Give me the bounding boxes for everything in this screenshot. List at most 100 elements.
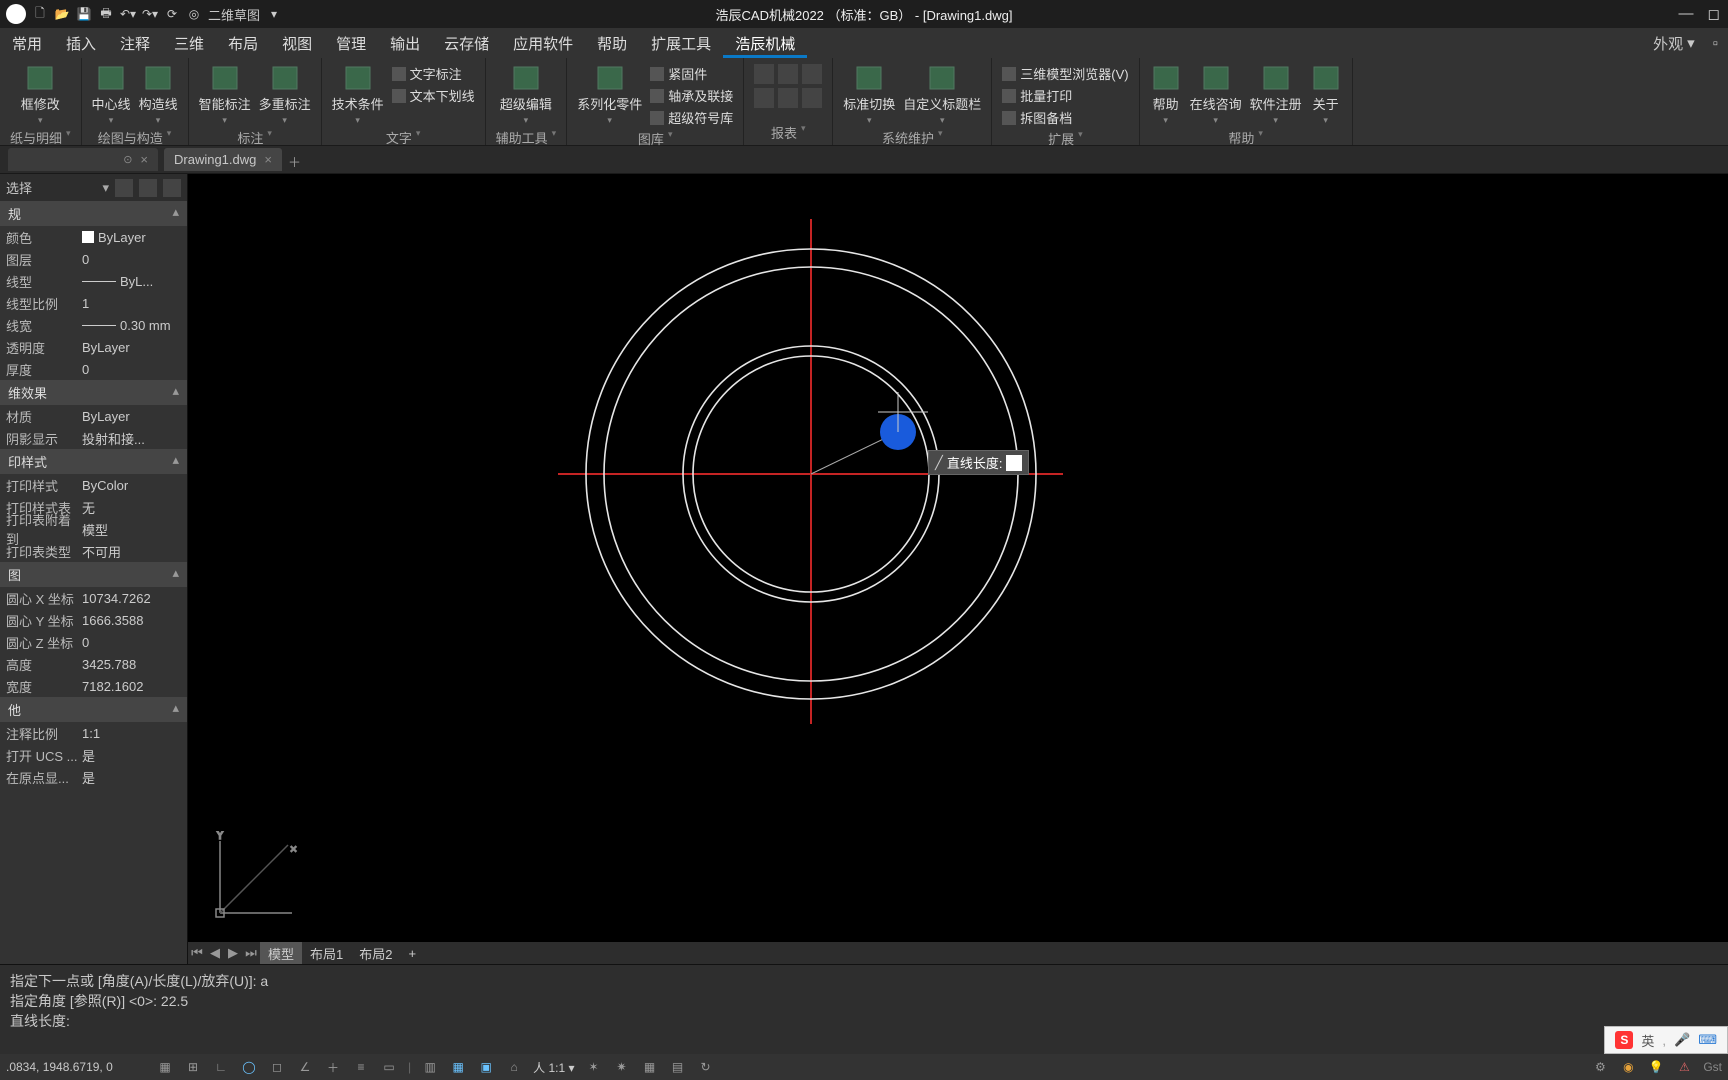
lwt-icon[interactable]: ≡ [352, 1058, 370, 1076]
ribbon-grid-icon[interactable] [802, 88, 822, 108]
prop-row[interactable]: 宽度7182.1602 [0, 675, 187, 697]
ribbon-btn-1-1[interactable]: 构造线▾ [139, 64, 178, 126]
ribbon-btn-0-0[interactable]: 框修改▾ [21, 64, 60, 126]
new-icon[interactable]: 🗋 [32, 6, 48, 22]
ribbon-grid-icon[interactable] [754, 64, 774, 84]
menu-tab-4[interactable]: 布局 [216, 28, 270, 58]
polar-icon[interactable]: ◯ [240, 1058, 258, 1076]
pin-icon[interactable]: ⊙ [123, 153, 132, 166]
bulb-icon[interactable]: 💡 [1647, 1058, 1665, 1076]
menu-tab-9[interactable]: 应用软件 [501, 28, 585, 58]
palette-section-4[interactable]: 他▴ [0, 697, 187, 722]
prop-row[interactable]: 注释比例1:1 [0, 722, 187, 744]
model-icon[interactable]: ▦ [449, 1058, 467, 1076]
prop-row[interactable]: 打印样式ByColor [0, 474, 187, 496]
otrack-icon[interactable]: ∠ [296, 1058, 314, 1076]
ribbon-btn-9-1[interactable]: 在线咨询▾ [1190, 64, 1242, 126]
app-icon[interactable] [6, 4, 26, 24]
layout-tab-2[interactable]: 布局2 [351, 942, 400, 965]
nav-icon[interactable]: ⌂ [505, 1058, 523, 1076]
ribbon-btn-7-0[interactable]: 标准切换▾ [843, 64, 895, 126]
ribbon-btn-2-1[interactable]: 多重标注▾ [259, 64, 311, 126]
prop-row[interactable]: 打印表附着到模型 [0, 518, 187, 540]
gear-icon[interactable]: ⚙ [1591, 1058, 1609, 1076]
palette-section-2[interactable]: 印样式▴ [0, 449, 187, 474]
select-tool-icon[interactable] [115, 179, 133, 197]
menu-tab-8[interactable]: 云存储 [432, 28, 501, 58]
menu-extra-icon[interactable]: ▫ [1713, 35, 1718, 52]
ribbon-btn-1-0[interactable]: 中心线▾ [92, 64, 131, 126]
minimize-icon[interactable]: — [1679, 5, 1694, 23]
ribbon-btn-2-0[interactable]: 智能标注▾ [199, 64, 251, 126]
layout-last-icon[interactable]: ⏭ [242, 945, 260, 961]
select-tool3-icon[interactable] [163, 179, 181, 197]
quickview-icon[interactable]: ▣ [477, 1058, 495, 1076]
menu-tab-5[interactable]: 视图 [270, 28, 324, 58]
menu-tab-0[interactable]: 常用 [0, 28, 54, 58]
prop-row[interactable]: 材质ByLayer [0, 405, 187, 427]
ribbon-row-5-1[interactable]: 轴承及联接 [650, 86, 733, 105]
workspace-icon[interactable]: ◎ [186, 6, 202, 22]
menu-tab-1[interactable]: 插入 [54, 28, 108, 58]
warn-icon[interactable]: ⚠ [1675, 1058, 1693, 1076]
palette-section-0[interactable]: 规▴ [0, 201, 187, 226]
prop-row[interactable]: 颜色ByLayer [0, 226, 187, 248]
ribbon-btn-3-0[interactable]: 技术条件▾ [332, 64, 384, 126]
workspace-label[interactable]: 二维草图 [208, 5, 260, 24]
chevron-down-icon[interactable]: ▾ [1687, 34, 1695, 52]
notify-icon[interactable]: ◉ [1619, 1058, 1637, 1076]
ribbon-row-8-2[interactable]: 拆图备档 [1002, 108, 1128, 127]
ime-bar[interactable]: S 英 , 🎤 ⌨ [1604, 1026, 1728, 1054]
prop-row[interactable]: 高度3425.788 [0, 653, 187, 675]
paper-icon[interactable]: ▥ [421, 1058, 439, 1076]
prop-row[interactable]: 厚度0 [0, 358, 187, 380]
ribbon-row-5-0[interactable]: 紧固件 [650, 64, 733, 83]
layout-first-icon[interactable]: ⏮ [188, 945, 206, 961]
annoscale-label[interactable]: 人 1:1 ▾ [533, 1059, 574, 1076]
menu-tab-7[interactable]: 输出 [378, 28, 432, 58]
layout-tab-1[interactable]: 布局1 [302, 942, 351, 965]
workspace-drop-icon[interactable]: ▾ [266, 6, 282, 22]
palette-section-1[interactable]: 维效果▴ [0, 380, 187, 405]
prop-row[interactable]: 阴影显示投射和接... [0, 427, 187, 449]
plot-icon[interactable]: 🖶 [98, 6, 114, 22]
layout-prev-icon[interactable]: ◀ [206, 945, 224, 961]
ime-mic-icon[interactable]: 🎤 [1674, 1032, 1690, 1048]
ribbon-grid-icon[interactable] [802, 64, 822, 84]
ribbon-row-5-2[interactable]: 超级符号库 [650, 108, 733, 127]
command-line[interactable]: 指定下一点或 [角度(A)/长度(L)/放弃(U)]: a 指定角度 [参照(R… [0, 964, 1728, 1054]
prop-row[interactable]: 线型比例1 [0, 292, 187, 314]
layout-tab-model[interactable]: 模型 [260, 942, 302, 965]
menu-tab-3[interactable]: 三维 [162, 28, 216, 58]
ribbon-row-3-0[interactable]: 文字标注 [392, 64, 475, 83]
snap-icon[interactable]: ⊞ [184, 1058, 202, 1076]
new-tab-icon[interactable]: ＋ [288, 152, 304, 168]
ribbon-row-8-1[interactable]: 批量打印 [1002, 86, 1128, 105]
ribbon-grid-icon[interactable] [778, 88, 798, 108]
ribbon-btn-4-0[interactable]: 超级编辑▾ [500, 64, 552, 126]
cyclic-icon[interactable]: ↻ [697, 1058, 715, 1076]
prop-row[interactable]: 圆心 Y 坐标1666.3588 [0, 609, 187, 631]
ribbon-btn-9-0[interactable]: 帮助▾ [1150, 64, 1182, 126]
transparency-icon[interactable]: ▭ [380, 1058, 398, 1076]
menu-tab-10[interactable]: 帮助 [585, 28, 639, 58]
prop-row[interactable]: 透明度ByLayer [0, 336, 187, 358]
select-tool2-icon[interactable] [139, 179, 157, 197]
cloud-icon[interactable]: ⟳ [164, 6, 180, 22]
ribbon-grid-icon[interactable] [754, 88, 774, 108]
menu-tab-6[interactable]: 管理 [324, 28, 378, 58]
ribbon-row-8-0[interactable]: 三维模型浏览器(V) [1002, 64, 1128, 83]
layout-next-icon[interactable]: ▶ [224, 945, 242, 961]
prop-row[interactable]: 图层0 [0, 248, 187, 270]
palette-section-3[interactable]: 图▴ [0, 562, 187, 587]
prop-row[interactable]: 打印表类型不可用 [0, 540, 187, 562]
anno-auto-icon[interactable]: ✷ [613, 1058, 631, 1076]
grid-icon[interactable]: ▦ [156, 1058, 174, 1076]
save-icon[interactable]: 💾 [76, 6, 92, 22]
menu-tab-12[interactable]: 浩辰机械 [723, 28, 807, 58]
ortho-icon[interactable]: ∟ [212, 1058, 230, 1076]
prop-row[interactable]: 线型ByL... [0, 270, 187, 292]
menu-tab-2[interactable]: 注释 [108, 28, 162, 58]
ime-keyboard-icon[interactable]: ⌨ [1698, 1032, 1717, 1048]
drawing-canvas[interactable]: Y × ╱ 直线长度: ⏮ ◀ ▶ ⏭ 模型 布局1 布局2 + [188, 174, 1728, 964]
